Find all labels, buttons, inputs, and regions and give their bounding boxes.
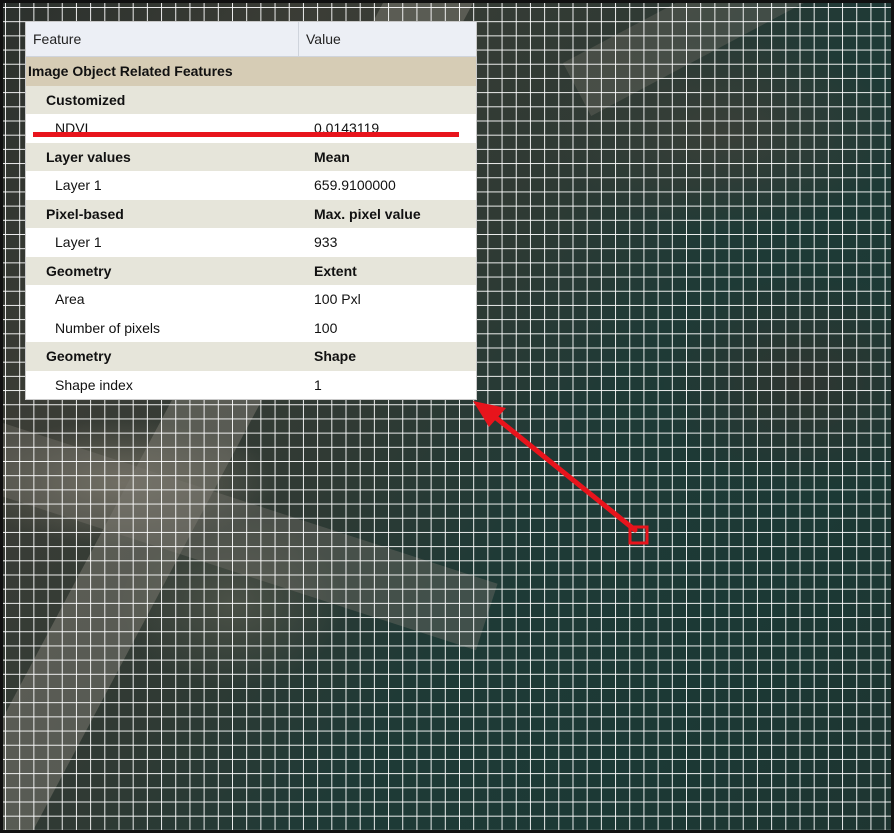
row-name: Layer values [46,148,131,165]
arrow-head-icon [473,401,506,427]
group-row-layer-values[interactable]: Layer values Mean [26,142,476,171]
row-value: 1 [314,376,322,393]
column-header-feature[interactable]: Feature [26,22,299,56]
image-view[interactable]: Feature Value Image Object Related Featu… [0,0,894,833]
feature-panel: Feature Value Image Object Related Featu… [26,22,476,399]
row-value: Mean [314,148,350,165]
feature-row-area[interactable]: Area 100 Pxl [26,285,476,314]
row-name: Layer 1 [55,234,102,251]
row-value: Max. pixel value [314,205,421,222]
row-value: Extent [314,262,357,279]
row-name: NDVI [55,120,89,137]
road-strip [563,3,891,116]
row-value: 933 [314,234,338,251]
group-row-geometry-extent[interactable]: Geometry Extent [26,256,476,285]
row-value: 0.0143119 [314,120,380,137]
row-name: Layer 1 [55,177,102,194]
panel-header: Feature Value [26,22,476,57]
feature-rows: Customized NDVI 0.0143119 Layer values M… [26,85,476,399]
feature-row-layer1-mean[interactable]: Layer 1 659.9100000 [26,171,476,200]
row-name: Number of pixels [55,319,161,336]
row-name: Shape index [55,376,133,393]
row-value: Shape [314,348,357,365]
row-name: Geometry [46,348,112,365]
group-row-customized[interactable]: Customized [26,85,476,114]
arrow-line [492,414,638,533]
feature-row-layer1-max[interactable]: Layer 1 933 [26,228,476,257]
selected-object-marker[interactable] [628,525,649,545]
category-label: Image Object Related Features [28,63,233,80]
row-value: 100 [314,319,338,336]
group-row-pixel-based[interactable]: Pixel-based Max. pixel value [26,199,476,228]
feature-row-number-of-pixels[interactable]: Number of pixels 100 [26,313,476,342]
column-header-value[interactable]: Value [299,31,476,47]
row-name: Customized [46,91,126,108]
group-row-geometry-shape[interactable]: Geometry Shape [26,342,476,371]
row-name: Pixel-based [46,205,124,222]
category-row[interactable]: Image Object Related Features [26,57,476,86]
row-value: 659.9100000 [314,177,396,194]
feature-row-ndvi[interactable]: NDVI 0.0143119 [26,114,476,143]
row-name: Geometry [46,262,112,279]
row-value: 100 Pxl [314,291,361,308]
feature-row-shape-index[interactable]: Shape index 1 [26,370,476,399]
row-name: Area [55,291,85,308]
